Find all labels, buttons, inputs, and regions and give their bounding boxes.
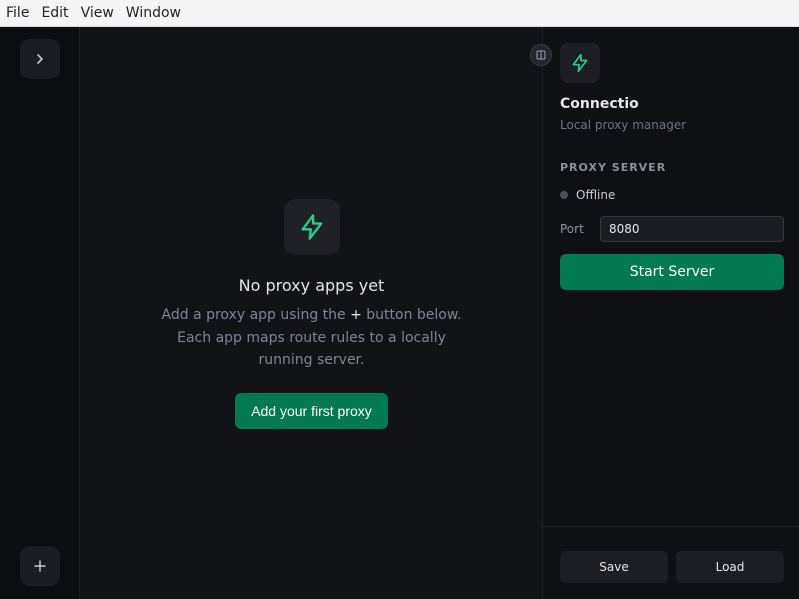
app-subtitle: Local proxy manager <box>560 118 687 132</box>
start-server-button[interactable]: Start Server <box>560 254 784 290</box>
save-button[interactable]: Save <box>560 551 668 583</box>
status-dot <box>560 191 568 199</box>
menu-file[interactable]: File <box>6 5 29 21</box>
right-panel: Connectio Local proxy manager PROXY SERV… <box>542 27 799 599</box>
panel-toggle-icon <box>536 50 546 60</box>
empty-state: No proxy apps yet Add a proxy app using … <box>81 199 542 429</box>
expand-sidebar-button[interactable] <box>20 39 60 79</box>
server-status: Offline <box>560 188 615 202</box>
plus-icon <box>34 560 46 572</box>
main-area: No proxy apps yet Add a proxy app using … <box>81 27 542 599</box>
status-text: Offline <box>576 188 616 202</box>
empty-desc-before: Add a proxy app using the <box>161 307 351 323</box>
menu-window[interactable]: Window <box>126 5 181 21</box>
load-button[interactable]: Load <box>676 551 784 583</box>
left-rail <box>0 27 80 599</box>
app-logo <box>560 43 600 83</box>
lightning-bolt-icon <box>301 214 322 240</box>
port-label: Port <box>560 222 584 236</box>
menu-edit[interactable]: Edit <box>41 5 68 21</box>
empty-state-icon-box <box>283 199 340 255</box>
app-name: Connectio <box>560 96 639 112</box>
lightning-bolt-icon <box>572 53 588 73</box>
add-first-proxy-button[interactable]: Add your first proxy <box>235 392 388 429</box>
empty-state-title: No proxy apps yet <box>238 276 385 295</box>
chevron-right-icon <box>37 54 43 64</box>
empty-state-description: Add a proxy app using the + button below… <box>157 304 467 372</box>
port-input[interactable] <box>600 216 784 242</box>
add-proxy-button[interactable] <box>20 546 60 586</box>
panel-footer: Save Load <box>543 526 799 599</box>
proxy-server-section-label: PROXY SERVER <box>560 161 667 174</box>
empty-desc-plus: + <box>350 307 362 323</box>
collapse-panel-button[interactable] <box>530 44 552 66</box>
menu-view[interactable]: View <box>81 5 114 21</box>
menu-bar: File Edit View Window <box>0 0 799 27</box>
